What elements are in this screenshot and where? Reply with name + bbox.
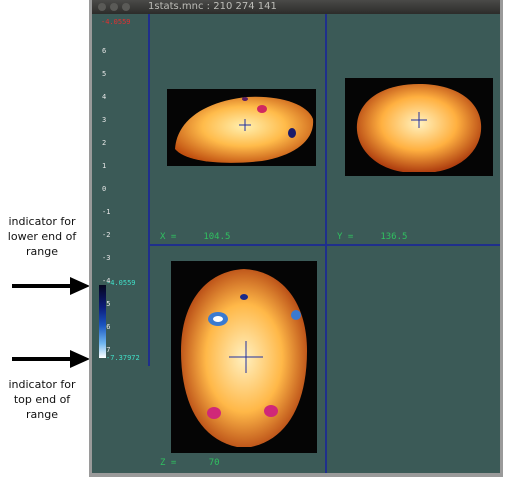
colorbar-upper-label: -7.37972	[106, 354, 140, 362]
sagittal-brain-image	[167, 89, 316, 166]
color-scale-panel: -4.0559 6 5 4 3 2 1 0 -1 -2 -3 -4 -5 -6 -7 -4.0559 -7…	[92, 14, 148, 473]
scale-tick: 2	[102, 139, 107, 147]
scale-tick: 4	[102, 93, 107, 101]
coronal-brain-image	[345, 78, 493, 176]
axial-view[interactable]: Z = 70	[150, 246, 324, 473]
scale-tick: 6	[102, 47, 107, 55]
axial-brain-image	[171, 261, 317, 453]
scale-tick: 1	[102, 162, 107, 170]
coronal-coordinate: Y = 136.5	[337, 232, 408, 242]
scale-tick: -1	[102, 208, 111, 216]
sagittal-view[interactable]: X = 104.5	[150, 14, 324, 243]
upper-range-annotation: indicator for top end of range	[8, 378, 76, 421]
maximize-window-icon[interactable]	[122, 3, 130, 11]
sagittal-coordinate: X = 104.5	[160, 232, 231, 242]
colorbar-lower-label: -4.0559	[106, 279, 136, 287]
scale-tick: 5	[102, 70, 107, 78]
window-bottom-border	[92, 473, 500, 477]
lower-range-annotation: indicator for lower end of range	[7, 215, 77, 258]
minimize-window-icon[interactable]	[110, 3, 118, 11]
screenshot-stage: indicator for lower end of range indicat…	[0, 0, 520, 477]
right-arrow-icon	[12, 350, 90, 368]
coronal-view[interactable]: Y = 136.5	[327, 14, 500, 243]
close-window-icon[interactable]	[98, 3, 106, 11]
scale-tick: -2	[102, 231, 111, 239]
window-title: 1stats.mnc : 210 274 141	[148, 1, 277, 12]
scale-tick: -3	[102, 254, 111, 262]
empty-view	[327, 246, 500, 473]
colorbar[interactable]	[99, 285, 106, 358]
scale-tick: 0	[102, 185, 107, 193]
viewer-window: 1stats.mnc : 210 274 141 -4.0559 6 5 4 3 2 1 0…	[89, 0, 503, 477]
right-arrow-icon	[12, 277, 90, 295]
scale-tick: 3	[102, 116, 107, 124]
title-bar[interactable]: 1stats.mnc : 210 274 141	[92, 0, 500, 14]
scale-top-value: -4.0559	[101, 18, 131, 26]
axial-coordinate: Z = 70	[160, 458, 220, 468]
